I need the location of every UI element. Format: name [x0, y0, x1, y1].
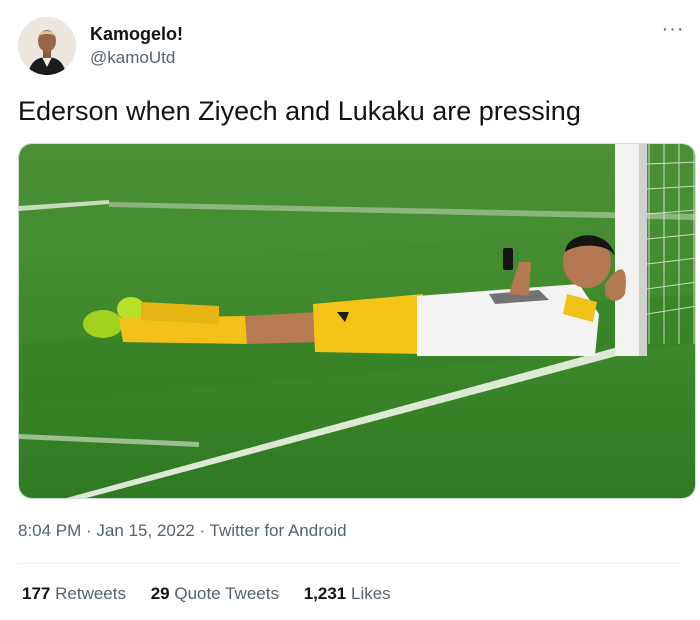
likes-count: 1,231 [303, 584, 347, 603]
avatar[interactable] [18, 17, 76, 75]
retweets-stat[interactable]: 177 Retweets [22, 582, 126, 606]
avatar-image [18, 17, 76, 75]
quote-tweets-count: 29 [150, 584, 170, 603]
retweets-label: Retweets [55, 584, 126, 603]
retweets-count: 177 [22, 584, 51, 603]
likes-label: Likes [350, 584, 391, 603]
photo-goalkeeper-lying-on-pitch [19, 144, 695, 498]
tweet-header: Kamogelo! @kamoUtd ··· [18, 17, 683, 77]
tweet-source-link[interactable]: Twitter for Android [210, 521, 347, 540]
tweet-time[interactable]: 8:04 PM [18, 521, 81, 540]
tweet-text: Ederson when Ziyech and Lukaku are press… [18, 96, 581, 126]
meta-separator: · [81, 521, 97, 540]
more-options-icon[interactable]: ··· [658, 17, 688, 41]
likes-stat[interactable]: 1,231 Likes [304, 582, 391, 606]
tweet-date[interactable]: Jan 15, 2022 [96, 521, 194, 540]
tweet-meta: 8:04 PM · Jan 15, 2022 · Twitter for And… [18, 519, 347, 543]
quote-tweets-label: Quote Tweets [174, 584, 279, 603]
quote-tweets-stat[interactable]: 29 Quote Tweets [151, 582, 279, 606]
meta-separator: · [194, 521, 210, 540]
handle[interactable]: @kamoUtd [90, 47, 175, 69]
divider [18, 563, 682, 564]
tweet-photo[interactable] [18, 143, 696, 499]
tweet-stats: 177 Retweets 29 Quote Tweets 1,231 Likes [22, 582, 411, 606]
display-name[interactable]: Kamogelo! [90, 23, 183, 45]
